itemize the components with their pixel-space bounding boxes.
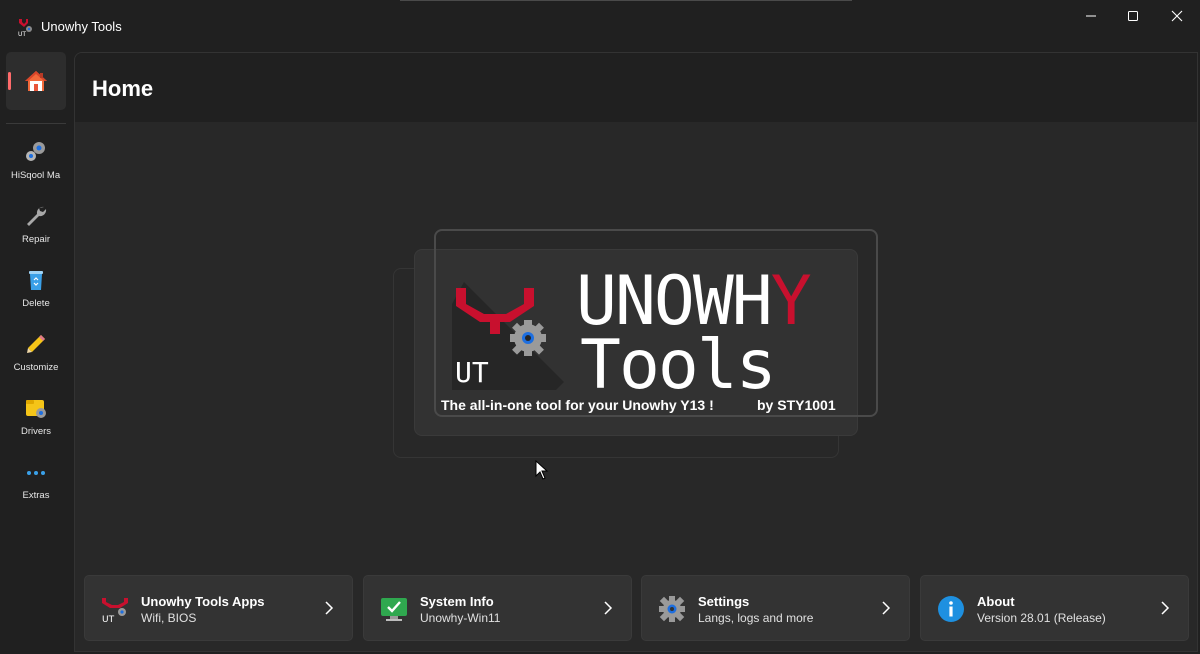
window-title: Unowhy Tools [41, 19, 122, 34]
home-icon [25, 71, 47, 91]
more-dots-icon [27, 471, 45, 475]
unowhy-tools-logo-icon: UT [102, 598, 128, 623]
unowhy-tools-logo-icon: UT [16, 17, 36, 37]
banner-author: by STY1001 [757, 397, 836, 413]
svg-text:UT: UT [102, 615, 115, 623]
svg-text:UT: UT [18, 31, 26, 37]
nav-item-repair[interactable]: Repair [0, 204, 72, 264]
page-title: Home [92, 76, 154, 101]
card-subtitle: Langs, logs and more [698, 611, 814, 625]
nav-label: Repair [22, 234, 50, 245]
wordmark-tools: Tools [580, 326, 775, 392]
mouse-cursor-icon [535, 460, 549, 480]
title-bar-highlight [400, 0, 852, 1]
maximize-icon [1128, 11, 1138, 21]
nav-separator [6, 123, 66, 124]
unowhy-tools-logo: UT [452, 282, 564, 390]
recycle-bin-icon [29, 271, 43, 290]
card-subtitle: Wifi, BIOS [141, 611, 197, 625]
wordmark-y: Y [771, 270, 811, 341]
gears-icon [26, 142, 45, 161]
chevron-right-icon [882, 601, 891, 615]
nav-item-home[interactable] [6, 52, 66, 110]
title-bar: UT Unowhy Tools [0, 0, 1200, 48]
card-title: System Info [420, 594, 494, 609]
nav-item-drivers[interactable]: Drivers [0, 396, 72, 456]
card-subtitle: Version 28.01 (Release) [977, 611, 1106, 625]
minimize-button[interactable] [1069, 0, 1113, 32]
navigation-pane: HiSqool Ma Repair Delete Customize Drive… [0, 48, 72, 654]
banner-tagline: The all-in-one tool for your Unowhy Y13 … [441, 397, 714, 413]
nav-label: Drivers [20, 426, 52, 437]
card-title: Unowhy Tools Apps [141, 594, 265, 609]
info-icon [938, 596, 964, 622]
maximize-button[interactable] [1111, 0, 1155, 32]
page-header: Home [75, 53, 1197, 122]
card-settings[interactable]: Settings Langs, logs and more [641, 575, 910, 641]
nav-label: HiSqool Ma [11, 170, 61, 181]
wrench-icon [27, 206, 47, 226]
card-unowhy-tools-apps[interactable]: UT Unowhy Tools Apps Wifi, BIOS [84, 575, 353, 641]
settings-gear-icon [659, 596, 685, 622]
nav-item-customize[interactable]: Customize [0, 332, 72, 392]
unowhy-tools-wordmark: UNOWHY Tools [576, 270, 813, 392]
pencil-icon [27, 335, 45, 353]
nav-label: Delete [22, 298, 50, 309]
logo-monogram: UT [455, 356, 489, 389]
minimize-icon [1086, 15, 1096, 17]
nav-label: Customize [13, 362, 59, 373]
nav-item-hisqool[interactable]: HiSqool Ma [0, 140, 72, 200]
monitor-check-icon [381, 598, 407, 621]
close-button[interactable] [1155, 0, 1199, 32]
close-icon [1171, 10, 1183, 22]
folder-gear-icon [26, 400, 46, 418]
nav-label: Extras [22, 490, 50, 501]
selection-indicator [8, 72, 11, 90]
nav-item-extras[interactable]: Extras [0, 460, 72, 520]
chevron-right-icon [325, 601, 334, 615]
card-title: About [977, 594, 1015, 609]
chevron-right-icon [1161, 601, 1170, 615]
card-title: Settings [698, 594, 750, 609]
card-subtitle: Unowhy-Win11 [420, 611, 501, 625]
card-about[interactable]: About Version 28.01 (Release) [920, 575, 1189, 641]
nav-item-delete[interactable]: Delete [0, 268, 72, 328]
card-system-info[interactable]: System Info Unowhy-Win11 [363, 575, 632, 641]
chevron-right-icon [604, 601, 613, 615]
